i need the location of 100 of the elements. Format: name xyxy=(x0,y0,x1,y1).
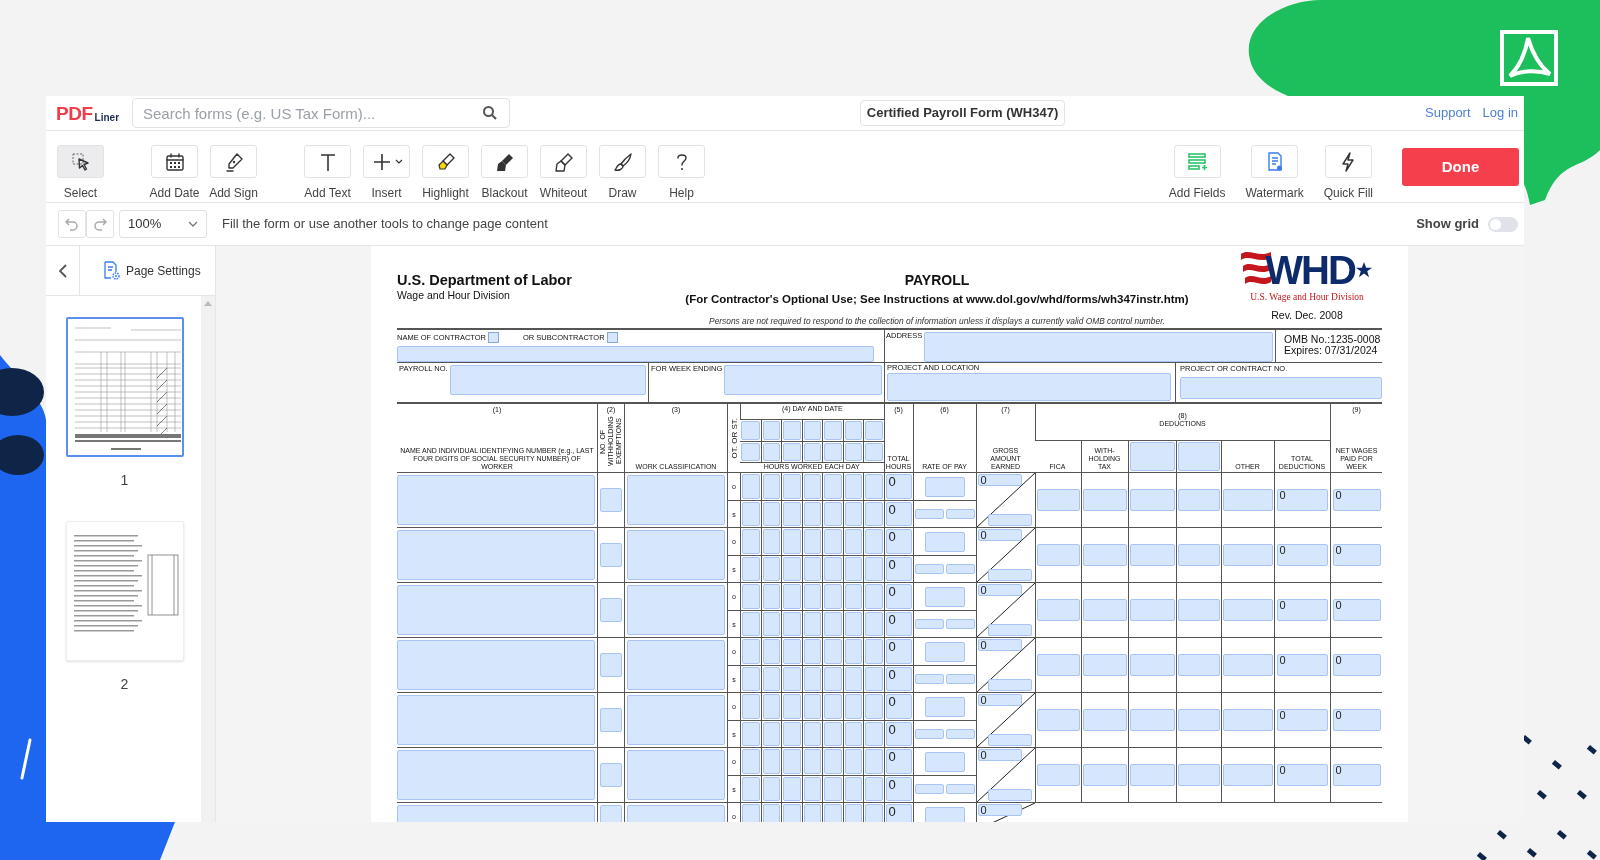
form-field[interactable] xyxy=(397,695,595,745)
form-field[interactable]: 0 xyxy=(1276,599,1328,621)
form-field[interactable] xyxy=(1082,654,1127,676)
form-field[interactable] xyxy=(1129,654,1175,676)
form-field[interactable] xyxy=(1129,764,1175,786)
form-field[interactable]: 0 xyxy=(1276,544,1328,566)
form-field[interactable] xyxy=(1222,764,1273,786)
form-field[interactable]: 0 xyxy=(885,694,912,719)
form-field[interactable] xyxy=(844,694,862,719)
tool-button[interactable]: Watermark xyxy=(1245,145,1304,202)
form-field[interactable] xyxy=(824,639,842,664)
form-field[interactable] xyxy=(1180,376,1382,399)
form-field[interactable] xyxy=(627,805,725,822)
form-field[interactable]: 0 xyxy=(1332,709,1381,731)
form-field[interactable] xyxy=(1222,599,1273,621)
form-field[interactable] xyxy=(803,502,821,526)
form-field[interactable] xyxy=(449,365,646,395)
form-field[interactable] xyxy=(803,694,821,719)
form-field[interactable] xyxy=(1177,489,1220,511)
form-field[interactable] xyxy=(945,729,975,739)
form-field[interactable] xyxy=(397,475,595,525)
form-field[interactable] xyxy=(783,502,801,526)
form-field[interactable] xyxy=(627,750,725,800)
form-field[interactable] xyxy=(783,443,801,461)
form-field[interactable] xyxy=(627,695,725,745)
form-field[interactable] xyxy=(803,639,821,664)
form-field[interactable]: 0 xyxy=(1332,544,1381,566)
form-field[interactable] xyxy=(824,612,842,636)
form-field[interactable] xyxy=(865,443,883,461)
form-field[interactable] xyxy=(742,584,760,609)
form-field[interactable] xyxy=(783,529,801,554)
form-field[interactable]: 0 xyxy=(977,749,1022,761)
form-field[interactable]: 0 xyxy=(977,529,1022,541)
form-field[interactable] xyxy=(865,694,883,719)
form-field[interactable] xyxy=(924,476,965,497)
form-field[interactable] xyxy=(844,722,862,746)
form-field[interactable] xyxy=(762,749,780,774)
form-field[interactable] xyxy=(987,734,1032,746)
form-field[interactable] xyxy=(627,530,725,580)
form-field[interactable] xyxy=(1177,654,1220,676)
form-field[interactable] xyxy=(783,639,801,664)
form-field[interactable] xyxy=(914,564,944,574)
form-field[interactable] xyxy=(844,777,862,801)
form-field[interactable] xyxy=(762,722,780,746)
form-field[interactable]: 0 xyxy=(1276,709,1328,731)
form-field[interactable] xyxy=(803,667,821,691)
form-field[interactable] xyxy=(762,421,780,440)
form-field[interactable] xyxy=(742,777,760,801)
form-field[interactable] xyxy=(803,584,821,609)
form-field[interactable] xyxy=(600,543,622,567)
form-field[interactable] xyxy=(865,474,883,499)
form-field[interactable] xyxy=(627,585,725,635)
form-field[interactable] xyxy=(1129,709,1175,731)
form-field[interactable] xyxy=(803,777,821,801)
form-field[interactable] xyxy=(762,694,780,719)
form-field[interactable] xyxy=(844,443,862,461)
form-field[interactable] xyxy=(762,777,780,801)
form-field[interactable] xyxy=(397,805,595,822)
form-field[interactable] xyxy=(824,443,842,461)
form-field[interactable] xyxy=(824,749,842,774)
form-field[interactable] xyxy=(865,777,883,801)
form-field[interactable]: 0 xyxy=(885,612,912,636)
form-field[interactable] xyxy=(397,530,595,580)
checkbox[interactable] xyxy=(606,332,618,343)
form-field[interactable] xyxy=(783,557,801,581)
form-field[interactable] xyxy=(803,443,821,461)
form-field[interactable] xyxy=(783,804,801,822)
form-field[interactable] xyxy=(844,749,862,774)
form-field[interactable] xyxy=(824,421,842,440)
form-field[interactable] xyxy=(1036,764,1080,786)
form-field[interactable] xyxy=(742,722,760,746)
form-field[interactable] xyxy=(803,529,821,554)
form-field[interactable] xyxy=(987,624,1032,636)
form-field[interactable] xyxy=(1177,764,1220,786)
form-field[interactable] xyxy=(762,529,780,554)
form-field[interactable] xyxy=(844,502,862,526)
form-field[interactable] xyxy=(742,557,760,581)
form-field[interactable]: 0 xyxy=(977,584,1022,596)
form-field[interactable]: 0 xyxy=(1332,489,1381,511)
form-field[interactable] xyxy=(762,612,780,636)
form-field[interactable] xyxy=(844,474,862,499)
form-field[interactable] xyxy=(803,749,821,774)
form-field[interactable] xyxy=(1129,599,1175,621)
form-field[interactable] xyxy=(1036,654,1080,676)
form-field[interactable]: 0 xyxy=(885,722,912,746)
nav-link[interactable]: Log in xyxy=(1482,103,1518,123)
tool-button[interactable]: Add Fields xyxy=(1168,145,1226,202)
form-field[interactable] xyxy=(783,749,801,774)
form-field[interactable] xyxy=(824,502,842,526)
form-field[interactable] xyxy=(741,443,760,461)
nav-link[interactable]: Support xyxy=(1425,103,1471,123)
form-field[interactable] xyxy=(844,529,862,554)
form-field[interactable] xyxy=(824,474,842,499)
form-field[interactable] xyxy=(865,502,883,526)
form-field[interactable] xyxy=(1129,442,1175,471)
form-field[interactable] xyxy=(783,777,801,801)
form-field[interactable] xyxy=(1036,599,1080,621)
form-field[interactable] xyxy=(741,421,760,440)
form-field[interactable] xyxy=(742,474,760,499)
form-field[interactable] xyxy=(803,557,821,581)
